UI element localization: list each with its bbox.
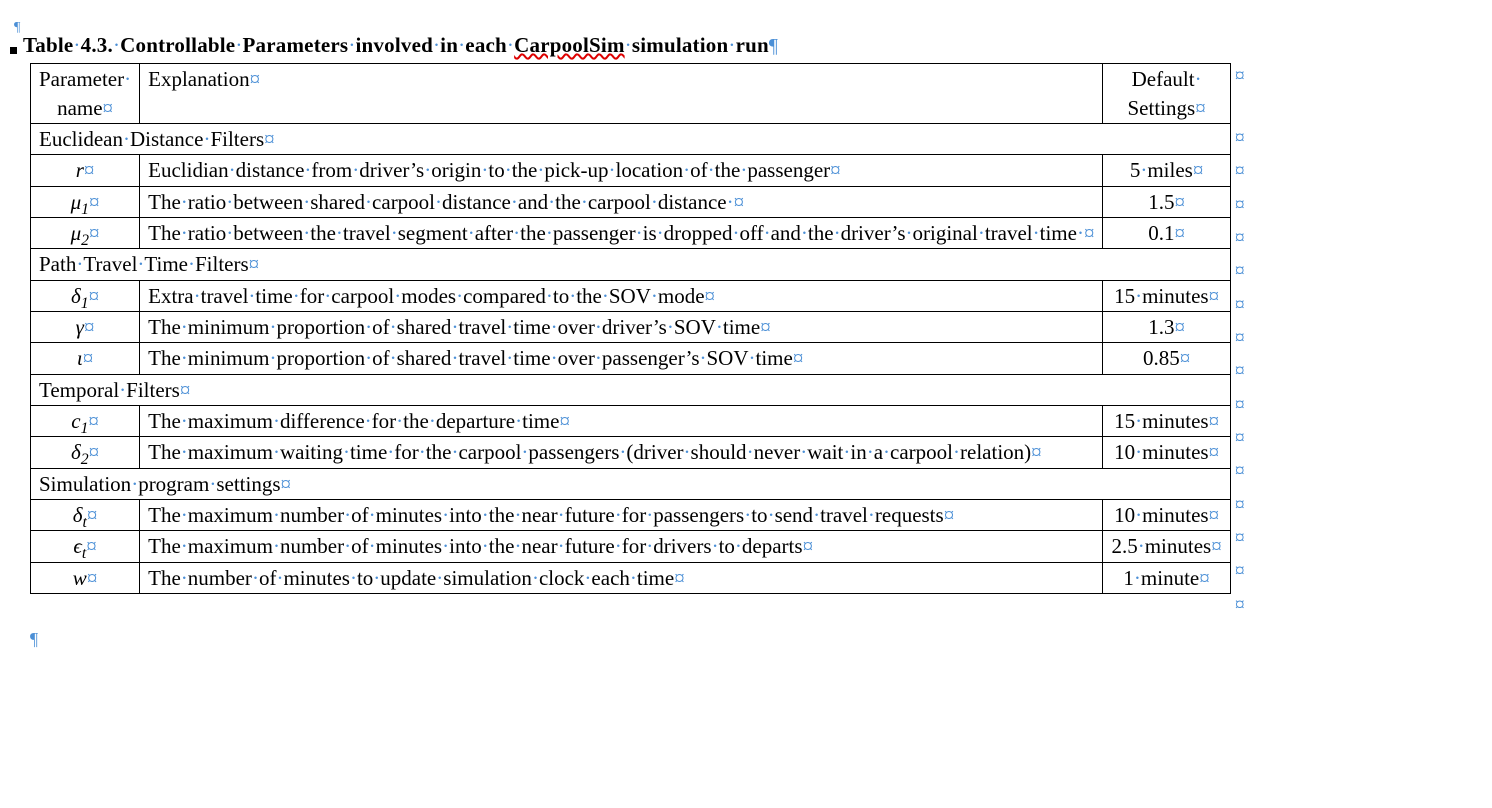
row-end-mark: ¤ xyxy=(1231,458,1245,491)
row-end-mark: ¤ xyxy=(1231,192,1245,225)
row-end-mark: ¤ xyxy=(1231,158,1245,191)
row-end-mark: ¤ xyxy=(1231,592,1245,625)
param-default: 1·minute¤ xyxy=(1103,562,1230,593)
param-explanation: The·maximum·difference·for·the·departure… xyxy=(140,406,1103,437)
table-row: c1¤The·maximum·difference·for·the·depart… xyxy=(31,406,1231,437)
section-title: Simulation·program·settings¤ xyxy=(31,468,1231,499)
row-end-mark: ¤ xyxy=(1231,525,1245,558)
table-row: w¤The·number·of·minutes·to·update·simula… xyxy=(31,562,1231,593)
param-explanation: The·maximum·number·of·minutes·into·the·n… xyxy=(140,531,1103,562)
section-title: Euclidean·Distance·Filters¤ xyxy=(31,123,1231,154)
row-end-marks-column: ¤¤¤¤¤¤¤¤¤¤¤¤¤¤¤¤ xyxy=(1231,63,1245,625)
row-end-mark: ¤ xyxy=(1231,392,1245,425)
section-header-row: Euclidean·Distance·Filters¤ xyxy=(31,123,1231,154)
param-symbol: r¤ xyxy=(31,155,140,186)
section-header-row: Simulation·program·settings¤ xyxy=(31,468,1231,499)
section-title: Path·Travel·Time·Filters¤ xyxy=(31,249,1231,280)
param-default: 2.5·minutes¤ xyxy=(1103,531,1230,562)
table-row: r¤Euclidian·distance·from·driver’s·origi… xyxy=(31,155,1231,186)
param-explanation: Extra·travel·time·for·carpool·modes·comp… xyxy=(140,280,1103,311)
row-end-mark: ¤ xyxy=(1231,125,1245,158)
table-row: ι¤The·minimum·proportion·of·shared·trave… xyxy=(31,343,1231,374)
param-explanation: The·ratio·between·the·travel·segment·aft… xyxy=(140,218,1103,249)
row-end-mark: ¤ xyxy=(1231,358,1245,391)
row-end-mark: ¤ xyxy=(1231,225,1245,258)
row-end-mark: ¤ xyxy=(1231,492,1245,525)
section-header-row: Temporal·Filters¤ xyxy=(31,374,1231,405)
table-row: γ¤The·minimum·proportion·of·shared·trave… xyxy=(31,312,1231,343)
table-caption[interactable]: Table·4.3.·Controllable·Parameters·invol… xyxy=(23,32,778,59)
param-symbol: δ2¤ xyxy=(31,437,140,468)
param-symbol: γ¤ xyxy=(31,312,140,343)
header-parameter: Parameter·name¤ xyxy=(31,64,140,124)
table-row: μ1¤The·ratio·between·shared·carpool·dist… xyxy=(31,186,1231,217)
row-end-mark: ¤ xyxy=(1231,63,1245,125)
param-symbol: ι¤ xyxy=(31,343,140,374)
param-symbol: δ1¤ xyxy=(31,280,140,311)
table-row: ϵt¤The·maximum·number·of·minutes·into·th… xyxy=(31,531,1231,562)
row-end-mark: ¤ xyxy=(1231,325,1245,358)
param-explanation: Euclidian·distance·from·driver’s·origin·… xyxy=(140,155,1103,186)
table-header-row: Parameter·name¤Explanation¤Default·Setti… xyxy=(31,64,1231,124)
list-bullet-icon xyxy=(10,47,17,54)
param-symbol: c1¤ xyxy=(31,406,140,437)
table-row: δ1¤Extra·travel·time·for·carpool·modes·c… xyxy=(31,280,1231,311)
param-default: 10·minutes¤ xyxy=(1103,500,1230,531)
param-symbol: ϵt¤ xyxy=(31,531,140,562)
param-default: 0.1¤ xyxy=(1103,218,1230,249)
param-default: 0.85¤ xyxy=(1103,343,1230,374)
param-symbol: δt¤ xyxy=(31,500,140,531)
param-default: 1.3¤ xyxy=(1103,312,1230,343)
table-row: δ2¤The·maximum·waiting·time·for·the·carp… xyxy=(31,437,1231,468)
row-end-mark: ¤ xyxy=(1231,558,1245,591)
row-end-mark: ¤ xyxy=(1231,258,1245,291)
param-symbol: w¤ xyxy=(31,562,140,593)
param-symbol: μ1¤ xyxy=(31,186,140,217)
param-explanation: The·minimum·proportion·of·shared·travel·… xyxy=(140,312,1103,343)
param-default: 10·minutes¤ xyxy=(1103,437,1230,468)
param-default: 15·minutes¤ xyxy=(1103,406,1230,437)
param-explanation: The·minimum·proportion·of·shared·travel·… xyxy=(140,343,1103,374)
param-explanation: The·ratio·between·shared·carpool·distanc… xyxy=(140,186,1103,217)
table-caption-row: Table·4.3.·Controllable·Parameters·invol… xyxy=(10,32,1462,59)
param-explanation: The·maximum·waiting·time·for·the·carpool… xyxy=(140,437,1103,468)
param-default: 5·miles¤ xyxy=(1103,155,1230,186)
header-explanation: Explanation¤ xyxy=(140,64,1103,124)
formatting-pilcrow: ¶ xyxy=(30,629,1462,650)
section-title: Temporal·Filters¤ xyxy=(31,374,1231,405)
param-explanation: The·maximum·number·of·minutes·into·the·n… xyxy=(140,500,1103,531)
row-end-mark: ¤ xyxy=(1231,292,1245,325)
table-row: δt¤The·maximum·number·of·minutes·into·th… xyxy=(31,500,1231,531)
param-default: 1.5¤ xyxy=(1103,186,1230,217)
parameters-table: Parameter·name¤Explanation¤Default·Setti… xyxy=(30,63,1462,625)
table-row: μ2¤The·ratio·between·the·travel·segment·… xyxy=(31,218,1231,249)
param-explanation: The·number·of·minutes·to·update·simulati… xyxy=(140,562,1103,593)
param-symbol: μ2¤ xyxy=(31,218,140,249)
section-header-row: Path·Travel·Time·Filters¤ xyxy=(31,249,1231,280)
header-default: Default·Settings¤ xyxy=(1103,64,1230,124)
row-end-mark: ¤ xyxy=(1231,425,1245,458)
param-default: 15·minutes¤ xyxy=(1103,280,1230,311)
